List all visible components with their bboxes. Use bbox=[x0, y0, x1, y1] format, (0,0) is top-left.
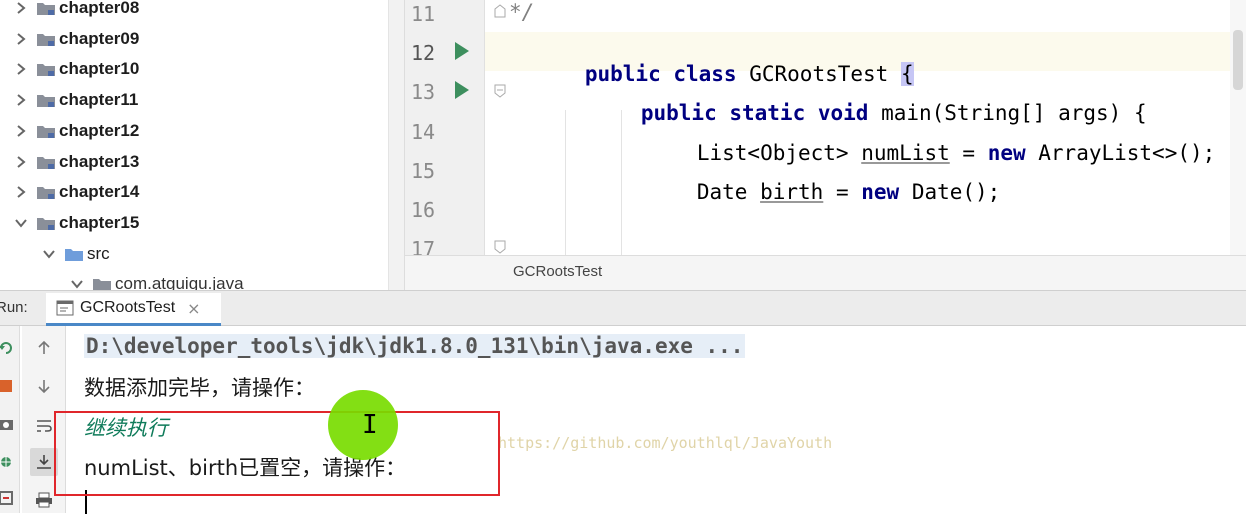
code-line-17: for (int i = 0; i < 100; i++) { bbox=[621, 234, 1089, 255]
project-tree-scrollbar[interactable] bbox=[388, 0, 404, 290]
camera-icon[interactable] bbox=[0, 410, 20, 438]
exit-icon[interactable] bbox=[0, 484, 20, 512]
chevron-down-icon[interactable] bbox=[14, 216, 28, 230]
line-number: 15 bbox=[411, 159, 436, 183]
line-number: 13 bbox=[411, 80, 436, 104]
folder-icon bbox=[36, 215, 56, 231]
ide-top-area: chapter08 chapter09 chapter10 chapter11 chap… bbox=[0, 0, 1246, 290]
fold-marker-icon[interactable] bbox=[494, 84, 506, 98]
folder-icon bbox=[36, 123, 56, 139]
code-line-11: */ bbox=[509, 0, 535, 24]
tree-item-chapter14[interactable]: chapter14 bbox=[14, 177, 139, 207]
fold-marker-icon[interactable] bbox=[494, 240, 506, 254]
run-toolbar-left bbox=[0, 326, 20, 513]
debug-icon[interactable] bbox=[0, 448, 20, 476]
rerun-icon[interactable] bbox=[0, 334, 20, 362]
console-command-line: D:\developer_tools\jdk\jdk1.8.0_131\bin\… bbox=[84, 334, 746, 358]
tree-item-label: chapter15 bbox=[59, 212, 140, 232]
watermark-url: https://github.com/youthlql/JavaYouth bbox=[498, 434, 833, 452]
line-number: 11 bbox=[411, 2, 436, 26]
package-icon bbox=[92, 276, 112, 290]
run-label: Run: bbox=[0, 299, 28, 316]
tree-item-label: chapter13 bbox=[59, 151, 140, 171]
folder-icon bbox=[36, 154, 56, 170]
folder-icon bbox=[36, 92, 56, 108]
run-console[interactable]: D:\developer_tools\jdk\jdk1.8.0_131\bin\… bbox=[0, 326, 1246, 514]
chevron-down-icon[interactable] bbox=[70, 277, 84, 290]
tree-item-label: chapter10 bbox=[59, 59, 140, 79]
stop-icon[interactable] bbox=[0, 372, 20, 400]
tree-item-chapter09[interactable]: chapter09 bbox=[14, 24, 139, 54]
chevron-right-icon[interactable] bbox=[14, 124, 28, 138]
tree-item-label: chapter11 bbox=[59, 90, 139, 110]
console-tab-icon bbox=[56, 300, 74, 316]
folder-icon bbox=[36, 61, 56, 77]
folder-icon bbox=[36, 184, 56, 200]
line-number: 12 bbox=[411, 41, 436, 65]
tree-item-chapter11[interactable]: chapter11 bbox=[14, 85, 138, 115]
editor-breadcrumb[interactable]: GCRootsTest bbox=[404, 255, 1246, 290]
tree-item-chapter12[interactable]: chapter12 bbox=[14, 116, 139, 146]
run-class-icon[interactable] bbox=[455, 42, 469, 60]
fold-marker-icon[interactable] bbox=[494, 4, 506, 18]
editor-scrollbar[interactable] bbox=[1230, 0, 1246, 255]
tree-item-label: com.atguigu.java bbox=[115, 274, 244, 290]
tree-item-label: chapter14 bbox=[59, 182, 140, 202]
run-tab-label: GCRootsTest bbox=[80, 299, 176, 316]
chevron-down-icon[interactable] bbox=[42, 247, 56, 261]
chevron-right-icon[interactable] bbox=[14, 1, 28, 15]
chevron-right-icon[interactable] bbox=[14, 185, 28, 199]
tree-item-label: chapter09 bbox=[59, 28, 140, 48]
chevron-right-icon[interactable] bbox=[14, 155, 28, 169]
chevron-right-icon[interactable] bbox=[14, 62, 28, 76]
folder-icon bbox=[36, 0, 56, 16]
line-number: 14 bbox=[411, 120, 436, 144]
run-tab-gcrootstest[interactable]: GCRootsTest × bbox=[46, 293, 221, 326]
arrow-down-icon[interactable] bbox=[30, 372, 58, 400]
tree-item-label: chapter08 bbox=[59, 0, 140, 17]
source-folder-icon bbox=[64, 246, 84, 262]
tree-item-chapter08[interactable]: chapter08 bbox=[14, 0, 139, 23]
tree-item-chapter10[interactable]: chapter10 bbox=[14, 54, 139, 84]
code-line-15: Date birth = new Date(); bbox=[696, 180, 1001, 204]
line-number: 17 bbox=[411, 237, 436, 255]
run-toolwindow-header: Run: GCRootsTest × bbox=[0, 290, 1246, 326]
tree-item-label: chapter12 bbox=[59, 120, 140, 140]
line-number: 16 bbox=[411, 198, 436, 222]
ibeam-cursor-icon: I bbox=[362, 410, 378, 440]
console-output-line: 数据添加完毕，请操作： bbox=[84, 376, 315, 400]
tree-item-label: src bbox=[87, 243, 110, 263]
annotation-box bbox=[54, 411, 500, 496]
project-tree: chapter08 chapter09 chapter10 chapter11 chap… bbox=[0, 0, 404, 290]
tree-item-src[interactable]: src bbox=[42, 239, 110, 269]
tree-item-chapter15[interactable]: chapter15 bbox=[14, 208, 139, 238]
arrow-up-icon[interactable] bbox=[30, 334, 58, 362]
chevron-right-icon[interactable] bbox=[14, 93, 28, 107]
tree-item-package[interactable]: com.atguigu.java bbox=[70, 269, 244, 290]
editor-scrollbar-thumb[interactable] bbox=[1233, 30, 1243, 90]
tree-item-chapter13[interactable]: chapter13 bbox=[14, 147, 139, 177]
chevron-right-icon[interactable] bbox=[14, 32, 28, 46]
folder-icon bbox=[36, 31, 56, 47]
code-editor[interactable]: 11 12 13 14 15 16 17 */ public class GCR… bbox=[404, 0, 1246, 255]
close-icon[interactable]: × bbox=[187, 299, 200, 318]
run-main-icon[interactable] bbox=[455, 81, 469, 99]
